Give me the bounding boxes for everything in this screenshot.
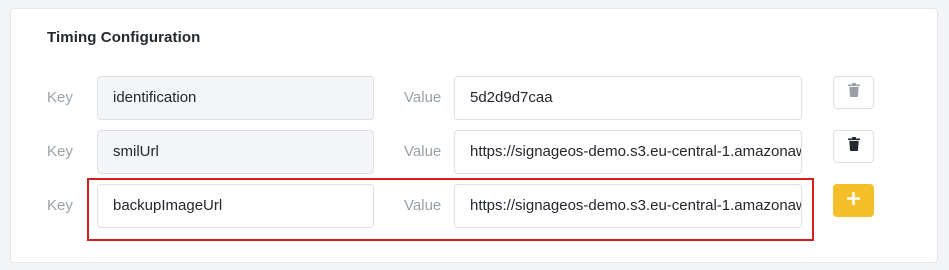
trash-icon bbox=[847, 83, 860, 102]
plus-icon bbox=[847, 191, 860, 210]
delete-button[interactable] bbox=[833, 76, 874, 109]
value-field[interactable]: https://signageos-demo.s3.eu-central-1.a… bbox=[454, 130, 802, 174]
key-label: Key bbox=[47, 143, 73, 160]
config-row-smilurl: Key smilUrl Value https://signageos-demo… bbox=[0, 130, 949, 174]
add-button[interactable] bbox=[833, 184, 874, 217]
value-field[interactable]: 5d2d9d7caa bbox=[454, 76, 802, 120]
key-label: Key bbox=[47, 89, 73, 106]
section-title: Timing Configuration bbox=[47, 29, 201, 46]
key-field[interactable]: smilUrl bbox=[97, 130, 374, 174]
key-label: Key bbox=[47, 197, 73, 214]
value-label: Value bbox=[404, 143, 442, 160]
value-label: Value bbox=[404, 89, 442, 106]
key-field[interactable]: identification bbox=[97, 76, 374, 120]
trash-icon bbox=[847, 137, 860, 156]
delete-button[interactable] bbox=[833, 130, 874, 163]
highlight-box bbox=[87, 178, 814, 241]
config-row-identification: Key identification Value 5d2d9d7caa bbox=[0, 76, 949, 120]
